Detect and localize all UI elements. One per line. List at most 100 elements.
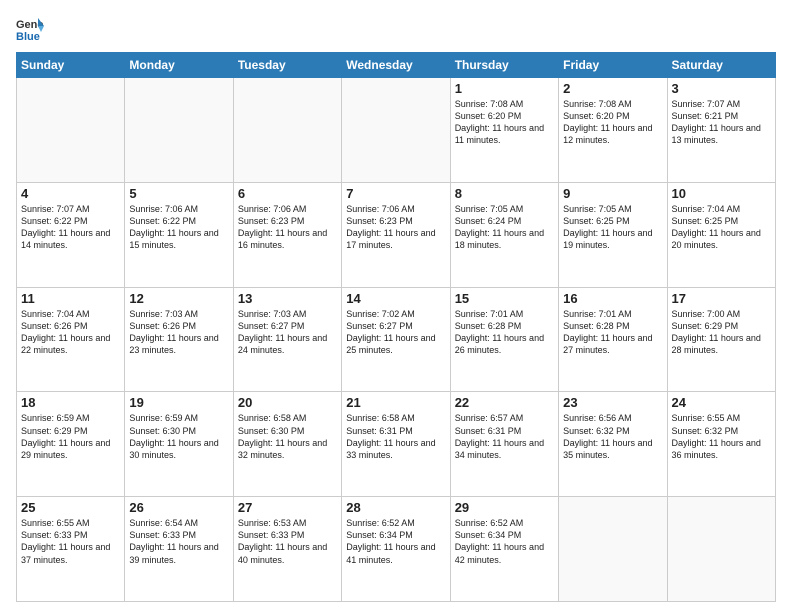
day-cell: 3Sunrise: 7:07 AM Sunset: 6:21 PM Daylig… xyxy=(667,78,775,183)
page: General Blue SundayMondayTuesdayWednesda… xyxy=(0,0,792,612)
day-number: 8 xyxy=(455,186,554,201)
day-info: Sunrise: 7:03 AM Sunset: 6:27 PM Dayligh… xyxy=(238,308,337,357)
weekday-header-row: SundayMondayTuesdayWednesdayThursdayFrid… xyxy=(17,53,776,78)
day-cell: 21 Sunrise: 6:58 AM Sunset: 6:31 PM Dayli… xyxy=(342,392,450,497)
week-row-2: 11 Sunrise: 7:04 AM Sunset: 6:26 PM Dayli… xyxy=(17,287,776,392)
day-cell xyxy=(125,78,233,183)
day-number: 22 xyxy=(455,395,554,410)
day-info: Sunrise: 7:00 AM Sunset: 6:29 PM Dayligh… xyxy=(672,308,771,357)
week-row-3: 18 Sunrise: 6:59 AM Sunset: 6:29 PM Dayli… xyxy=(17,392,776,497)
day-info: Sunrise: 7:07 AM Sunset: 6:22 PM Dayligh… xyxy=(21,203,120,252)
day-info: Sunrise: 7:06 AM Sunset: 6:22 PM Dayligh… xyxy=(129,203,228,252)
week-row-0: 1 Sunrise: 7:08 AM Sunset: 6:20 PM Daylig… xyxy=(17,78,776,183)
day-cell: 1 Sunrise: 7:08 AM Sunset: 6:20 PM Daylig… xyxy=(450,78,558,183)
day-info: Sunrise: 6:59 AM Sunset: 6:30 PM Dayligh… xyxy=(129,412,228,461)
day-number: 5 xyxy=(129,186,228,201)
day-info: Sunrise: 7:02 AM Sunset: 6:27 PM Dayligh… xyxy=(346,308,445,357)
day-cell: 2Sunrise: 7:08 AM Sunset: 6:20 PM Daylig… xyxy=(559,78,667,183)
day-info: Sunrise: 6:54 AM Sunset: 6:33 PM Dayligh… xyxy=(129,517,228,566)
day-cell: 27 Sunrise: 6:53 AM Sunset: 6:33 PM Dayli… xyxy=(233,497,341,602)
day-cell: 9 Sunrise: 7:05 AM Sunset: 6:25 PM Daylig… xyxy=(559,182,667,287)
day-cell: 12 Sunrise: 7:03 AM Sunset: 6:26 PM Dayli… xyxy=(125,287,233,392)
day-cell: 17 Sunrise: 7:00 AM Sunset: 6:29 PM Dayli… xyxy=(667,287,775,392)
day-cell: 18 Sunrise: 6:59 AM Sunset: 6:29 PM Dayli… xyxy=(17,392,125,497)
day-number: 11 xyxy=(21,291,120,306)
day-number: 6 xyxy=(238,186,337,201)
day-number: 26 xyxy=(129,500,228,515)
day-number: 20 xyxy=(238,395,337,410)
day-info: Sunrise: 7:03 AM Sunset: 6:26 PM Dayligh… xyxy=(129,308,228,357)
day-info: Sunrise: 7:04 AM Sunset: 6:26 PM Dayligh… xyxy=(21,308,120,357)
weekday-thursday: Thursday xyxy=(450,53,558,78)
weekday-saturday: Saturday xyxy=(667,53,775,78)
logo: General Blue xyxy=(16,16,44,44)
day-info: Sunrise: 7:01 AM Sunset: 6:28 PM Dayligh… xyxy=(563,308,662,357)
day-number: 4 xyxy=(21,186,120,201)
calendar: SundayMondayTuesdayWednesdayThursdayFrid… xyxy=(16,52,776,602)
day-cell: 15 Sunrise: 7:01 AM Sunset: 6:28 PM Dayli… xyxy=(450,287,558,392)
weekday-monday: Monday xyxy=(125,53,233,78)
day-number: 21 xyxy=(346,395,445,410)
day-cell: 29 Sunrise: 6:52 AM Sunset: 6:34 PM Dayli… xyxy=(450,497,558,602)
day-cell: 6Sunrise: 7:06 AM Sunset: 6:23 PM Daylig… xyxy=(233,182,341,287)
day-info: Sunrise: 6:52 AM Sunset: 6:34 PM Dayligh… xyxy=(346,517,445,566)
day-info: Sunrise: 6:57 AM Sunset: 6:31 PM Dayligh… xyxy=(455,412,554,461)
day-number: 24 xyxy=(672,395,771,410)
day-cell: 28 Sunrise: 6:52 AM Sunset: 6:34 PM Dayli… xyxy=(342,497,450,602)
day-number: 1 xyxy=(455,81,554,96)
day-number: 19 xyxy=(129,395,228,410)
day-info: Sunrise: 7:05 AM Sunset: 6:24 PM Dayligh… xyxy=(455,203,554,252)
day-number: 17 xyxy=(672,291,771,306)
header: General Blue xyxy=(16,16,776,44)
day-number: 10 xyxy=(672,186,771,201)
week-row-1: 4 Sunrise: 7:07 AM Sunset: 6:22 PM Daylig… xyxy=(17,182,776,287)
day-cell: 11 Sunrise: 7:04 AM Sunset: 6:26 PM Dayli… xyxy=(17,287,125,392)
day-number: 18 xyxy=(21,395,120,410)
day-cell: 4 Sunrise: 7:07 AM Sunset: 6:22 PM Daylig… xyxy=(17,182,125,287)
day-cell xyxy=(342,78,450,183)
day-number: 14 xyxy=(346,291,445,306)
day-info: Sunrise: 6:52 AM Sunset: 6:34 PM Dayligh… xyxy=(455,517,554,566)
day-cell xyxy=(667,497,775,602)
day-number: 13 xyxy=(238,291,337,306)
weekday-friday: Friday xyxy=(559,53,667,78)
day-info: Sunrise: 6:59 AM Sunset: 6:29 PM Dayligh… xyxy=(21,412,120,461)
svg-text:Blue: Blue xyxy=(16,31,40,43)
day-number: 7 xyxy=(346,186,445,201)
day-cell: 19 Sunrise: 6:59 AM Sunset: 6:30 PM Dayli… xyxy=(125,392,233,497)
day-cell: 10 Sunrise: 7:04 AM Sunset: 6:25 PM Dayli… xyxy=(667,182,775,287)
day-cell: 13 Sunrise: 7:03 AM Sunset: 6:27 PM Dayli… xyxy=(233,287,341,392)
day-number: 2 xyxy=(563,81,662,96)
day-info: Sunrise: 6:53 AM Sunset: 6:33 PM Dayligh… xyxy=(238,517,337,566)
day-info: Sunrise: 6:58 AM Sunset: 6:31 PM Dayligh… xyxy=(346,412,445,461)
day-info: Sunrise: 6:55 AM Sunset: 6:33 PM Dayligh… xyxy=(21,517,120,566)
day-info: Sunrise: 7:08 AM Sunset: 6:20 PM Dayligh… xyxy=(455,98,554,147)
day-number: 25 xyxy=(21,500,120,515)
day-number: 12 xyxy=(129,291,228,306)
day-cell: 16 Sunrise: 7:01 AM Sunset: 6:28 PM Dayli… xyxy=(559,287,667,392)
day-info: Sunrise: 7:01 AM Sunset: 6:28 PM Dayligh… xyxy=(455,308,554,357)
day-cell xyxy=(559,497,667,602)
day-number: 27 xyxy=(238,500,337,515)
day-number: 15 xyxy=(455,291,554,306)
day-info: Sunrise: 7:05 AM Sunset: 6:25 PM Dayligh… xyxy=(563,203,662,252)
day-number: 29 xyxy=(455,500,554,515)
day-cell: 8 Sunrise: 7:05 AM Sunset: 6:24 PM Daylig… xyxy=(450,182,558,287)
day-cell: 25 Sunrise: 6:55 AM Sunset: 6:33 PM Dayli… xyxy=(17,497,125,602)
day-info: Sunrise: 7:07 AM Sunset: 6:21 PM Dayligh… xyxy=(672,98,771,147)
day-number: 16 xyxy=(563,291,662,306)
day-cell: 22 Sunrise: 6:57 AM Sunset: 6:31 PM Dayli… xyxy=(450,392,558,497)
day-info: Sunrise: 6:56 AM Sunset: 6:32 PM Dayligh… xyxy=(563,412,662,461)
day-number: 9 xyxy=(563,186,662,201)
logo-icon: General Blue xyxy=(16,16,44,44)
day-cell: 24Sunrise: 6:55 AM Sunset: 6:32 PM Dayli… xyxy=(667,392,775,497)
day-cell: 5 Sunrise: 7:06 AM Sunset: 6:22 PM Daylig… xyxy=(125,182,233,287)
weekday-sunday: Sunday xyxy=(17,53,125,78)
day-cell: 23 Sunrise: 6:56 AM Sunset: 6:32 PM Dayli… xyxy=(559,392,667,497)
day-info: Sunrise: 7:04 AM Sunset: 6:25 PM Dayligh… xyxy=(672,203,771,252)
day-number: 28 xyxy=(346,500,445,515)
week-row-4: 25 Sunrise: 6:55 AM Sunset: 6:33 PM Dayli… xyxy=(17,497,776,602)
day-cell: 26 Sunrise: 6:54 AM Sunset: 6:33 PM Dayli… xyxy=(125,497,233,602)
day-cell: 7Sunrise: 7:06 AM Sunset: 6:23 PM Daylig… xyxy=(342,182,450,287)
day-number: 23 xyxy=(563,395,662,410)
